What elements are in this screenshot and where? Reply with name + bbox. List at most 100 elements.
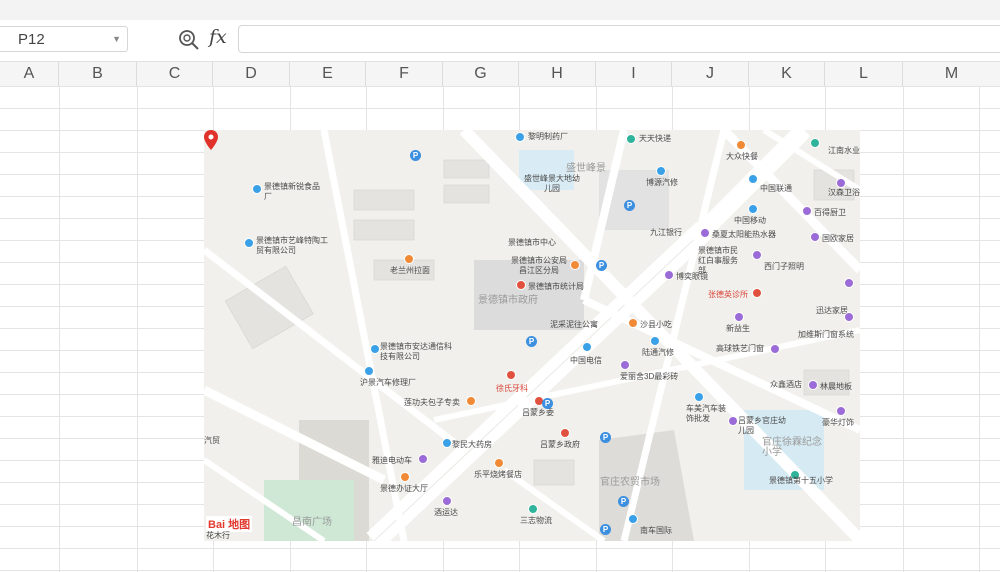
poi-label: 新益生 (726, 324, 750, 333)
poi-label: 南车国际 (640, 526, 672, 535)
column-header-f[interactable]: F (366, 62, 443, 86)
poi-label: 景德镇市安达通信科技有限公司 (380, 342, 452, 361)
parking-icon: P (526, 336, 537, 347)
poi-marker[interactable] (244, 238, 254, 248)
dropdown-caret-icon[interactable]: ▼ (112, 34, 121, 44)
location-pin-icon[interactable] (204, 130, 218, 150)
parking-icon: P (596, 260, 607, 271)
poi-marker[interactable] (418, 454, 428, 464)
poi-label: 吕蒙乡官庄幼儿园 (738, 416, 786, 435)
column-header-a[interactable]: A (0, 62, 59, 86)
poi-marker[interactable] (506, 370, 516, 380)
poi-label: 酒运达 (434, 508, 458, 517)
poi-label: 百得厨卫 (814, 208, 846, 217)
formula-input[interactable] (238, 25, 1000, 53)
poi-marker[interactable] (736, 140, 746, 150)
poi-label: 林晨地板 (820, 382, 852, 391)
poi-label: 景德镇第十五小学 (769, 476, 833, 485)
poi-marker[interactable] (628, 318, 638, 328)
poi-marker[interactable] (252, 184, 262, 194)
poi-marker[interactable] (728, 416, 738, 426)
embedded-map-image[interactable]: 景德镇市政府 盛世峰景 官庄农贸市场 昌南广场 官庄徐霖纪念小学 黎明制药厂 天… (204, 130, 860, 541)
poi-label: 盛世峰景大地幼儿园 (524, 174, 580, 193)
poi-label: 加维斯门窗系统 (798, 330, 854, 339)
poi-marker[interactable] (404, 254, 414, 264)
column-header-row: A B C D E F G H I J K L M (0, 62, 1000, 87)
poi-marker[interactable] (620, 360, 630, 370)
poi-label: 景德镇市统计局 (528, 282, 584, 291)
poi-marker[interactable] (844, 278, 854, 288)
parking-icon: P (624, 200, 635, 211)
poi-label: 车美汽车装饰批发 (686, 404, 726, 423)
poi-label: 沙县小吃 (640, 320, 672, 329)
area-label: 官庄徐霖纪念小学 (762, 437, 822, 458)
baidu-map-logo: Bai 地图 花木行 (204, 514, 260, 540)
poi-marker[interactable] (734, 312, 744, 322)
poi-marker[interactable] (570, 260, 580, 270)
poi-marker[interactable] (748, 204, 758, 214)
poi-marker[interactable] (516, 280, 526, 290)
poi-label: 景德镇市艺峰特陶工贸有限公司 (256, 236, 328, 255)
poi-marker[interactable] (664, 270, 674, 280)
poi-marker[interactable] (836, 406, 846, 416)
poi-label: 爱丽舍3D最彩砖 (620, 372, 679, 381)
poi-label: 乐平烧烤餐店 (474, 470, 522, 479)
poi-marker[interactable] (802, 206, 812, 216)
parking-icon: P (542, 398, 553, 409)
poi-marker[interactable] (836, 178, 846, 188)
grid-line (903, 86, 904, 572)
poi-marker[interactable] (752, 250, 762, 260)
poi-marker[interactable] (515, 132, 525, 142)
parking-icon: P (600, 524, 611, 535)
poi-marker[interactable] (650, 336, 660, 346)
toolbar-strip (0, 0, 1000, 21)
poi-marker[interactable] (466, 396, 476, 406)
column-header-h[interactable]: H (519, 62, 596, 86)
poi-marker[interactable] (442, 496, 452, 506)
poi-marker[interactable] (808, 380, 818, 390)
poi-label: 桑夏太阳能热水器 (712, 230, 776, 239)
poi-marker[interactable] (844, 312, 854, 322)
poi-label: 汉森卫浴 (828, 188, 860, 197)
column-header-b[interactable]: B (59, 62, 137, 86)
fx-icon[interactable]: fx (209, 26, 227, 48)
poi-marker[interactable] (494, 458, 504, 468)
parking-icon: P (410, 150, 421, 161)
poi-marker[interactable] (626, 134, 636, 144)
poi-label: 中国移动 (734, 216, 766, 225)
column-header-g[interactable]: G (443, 62, 519, 86)
poi-marker[interactable] (582, 342, 592, 352)
column-header-e[interactable]: E (290, 62, 366, 86)
poi-marker[interactable] (748, 174, 758, 184)
poi-marker[interactable] (656, 166, 666, 176)
zoom-magnifier-icon[interactable] (176, 27, 202, 53)
poi-label: 大众快餐 (726, 152, 758, 161)
poi-marker[interactable] (442, 438, 452, 448)
poi-marker[interactable] (810, 232, 820, 242)
name-box[interactable]: P12 ▼ (0, 26, 128, 52)
poi-marker[interactable] (628, 514, 638, 524)
poi-marker[interactable] (400, 472, 410, 482)
poi-label: 迅达家居 (816, 306, 848, 315)
cell-reference: P12 (18, 31, 45, 48)
column-header-l[interactable]: L (825, 62, 903, 86)
poi-marker[interactable] (560, 428, 570, 438)
area-label: 盛世峰景 (566, 163, 606, 174)
poi-label: 中国联通 (760, 184, 792, 193)
poi-marker[interactable] (528, 504, 538, 514)
poi-marker[interactable] (364, 366, 374, 376)
poi-marker[interactable] (700, 228, 710, 238)
column-header-i[interactable]: I (596, 62, 672, 86)
column-header-k[interactable]: K (749, 62, 825, 86)
poi-marker[interactable] (752, 288, 762, 298)
poi-marker[interactable] (810, 138, 820, 148)
grid-line (137, 86, 138, 572)
poi-marker[interactable] (770, 344, 780, 354)
column-header-c[interactable]: C (137, 62, 213, 86)
column-header-d[interactable]: D (213, 62, 290, 86)
column-header-m[interactable]: M (903, 62, 1000, 86)
poi-label: 国欧家居 (822, 234, 854, 243)
poi-marker[interactable] (370, 344, 380, 354)
column-header-j[interactable]: J (672, 62, 749, 86)
poi-marker[interactable] (694, 392, 704, 402)
